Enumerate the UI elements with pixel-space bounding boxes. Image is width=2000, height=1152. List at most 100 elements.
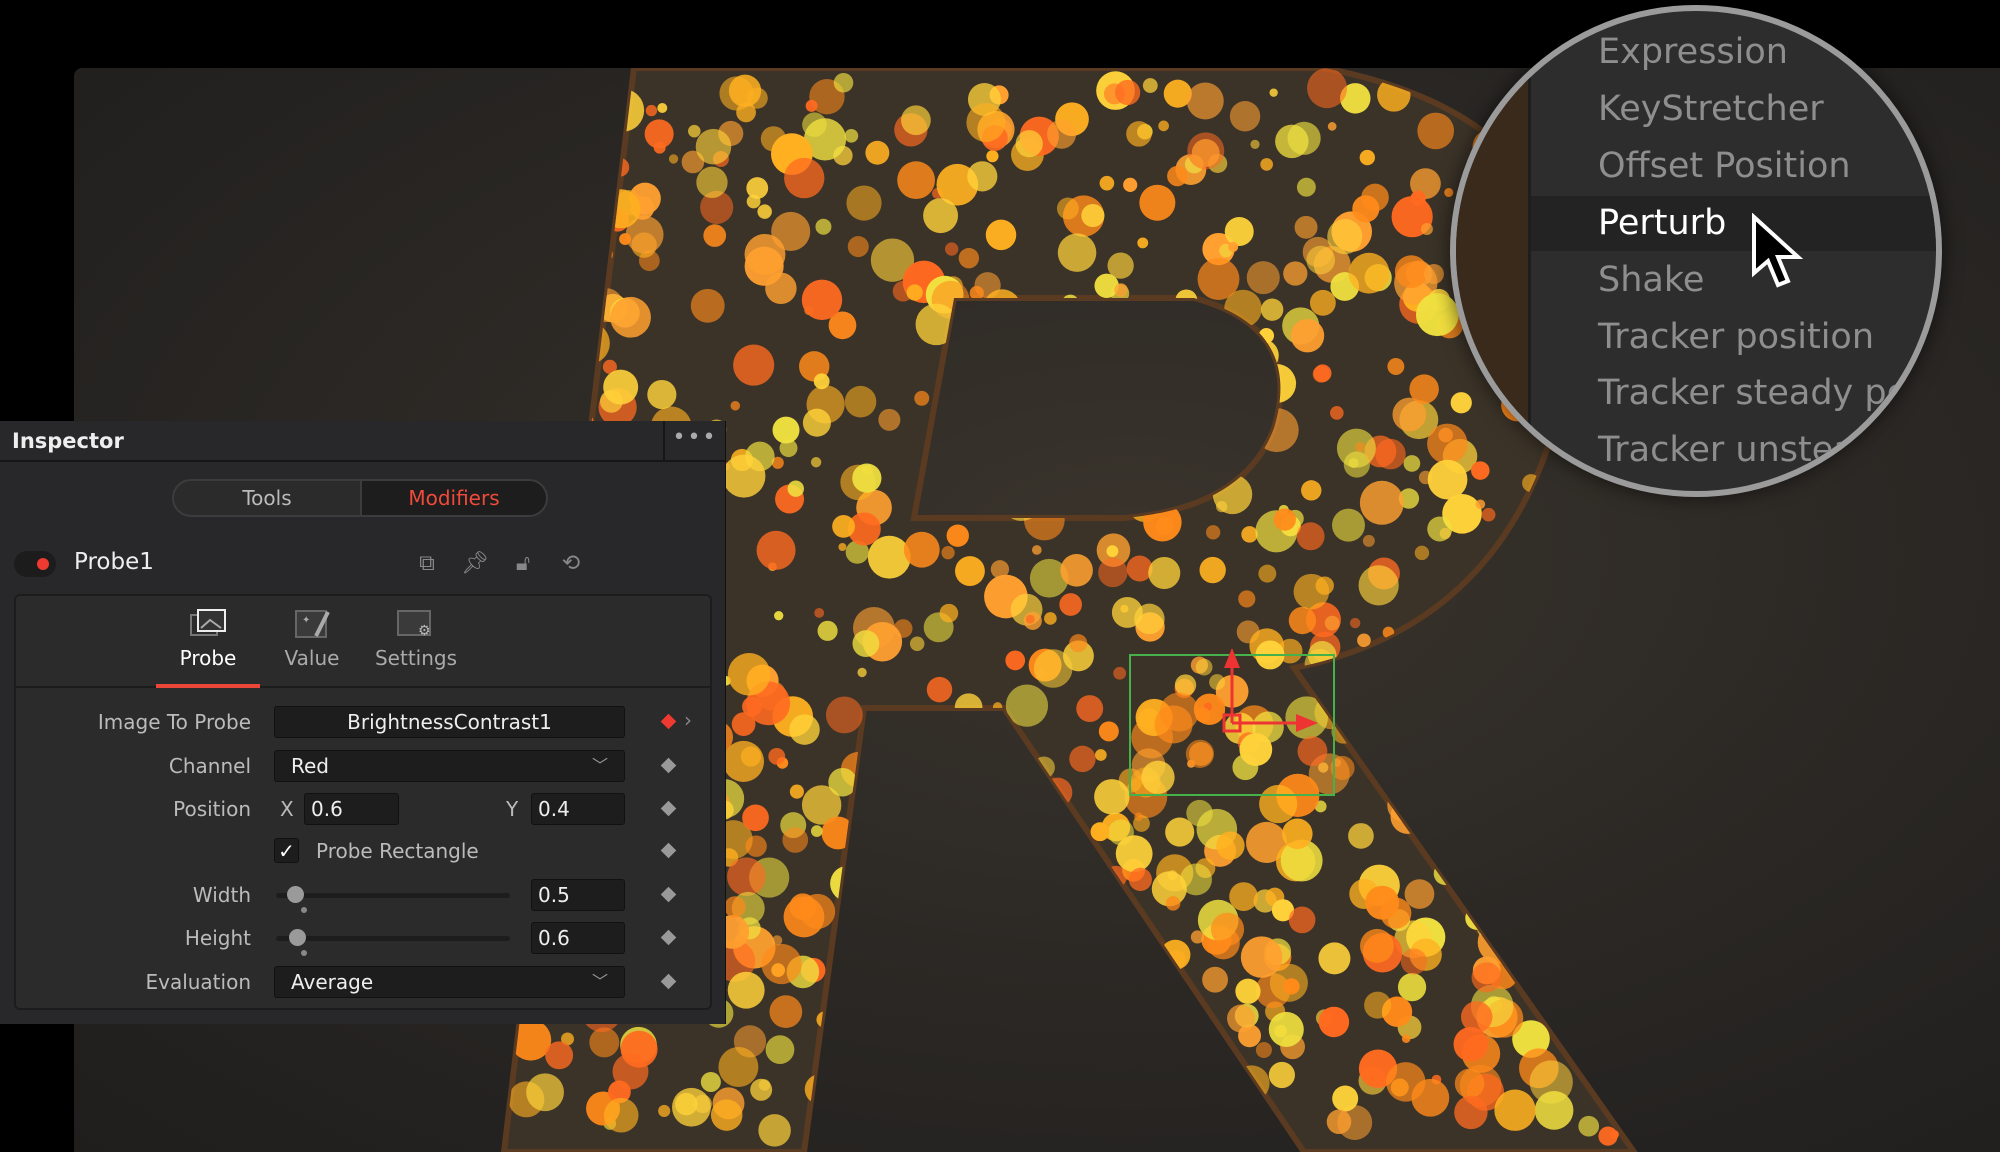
bokeh-particle: [1094, 779, 1130, 815]
keyframe-diamond-icon[interactable]: [660, 757, 677, 774]
pin-icon[interactable]: 📌︎: [460, 549, 490, 579]
bokeh-particle: [1349, 617, 1361, 629]
menu-item-tracker-steady[interactable]: Tracker steady pos: [1598, 373, 1926, 413]
evaluation-dropdown[interactable]: Average ﹀: [274, 966, 625, 998]
bokeh-particle: [1456, 802, 1482, 828]
bokeh-particle: [1350, 706, 1361, 717]
bokeh-particle: [1164, 315, 1180, 331]
bokeh-particle: [696, 166, 728, 199]
bokeh-particle: [1229, 882, 1258, 911]
chevron-right-icon[interactable]: ›: [684, 708, 692, 732]
bokeh-particle: [1005, 1045, 1039, 1079]
keyframe-diamond-icon[interactable]: [660, 886, 677, 903]
menu-item-keystretcher[interactable]: KeyStretcher: [1598, 89, 1824, 129]
channel-dropdown[interactable]: Red ﹀: [274, 750, 625, 782]
bokeh-particle: [881, 965, 916, 1000]
bokeh-particle: [789, 714, 820, 745]
subtab-settings[interactable]: ⚙ Settings: [364, 608, 468, 670]
bokeh-particle: [564, 83, 600, 119]
probe-rectangle-checkbox[interactable]: ✓: [274, 838, 299, 863]
bokeh-particle: [1597, 691, 1619, 712]
bokeh-particle: [1397, 973, 1427, 1002]
menu-item-offset-position[interactable]: Offset Position: [1598, 146, 1851, 186]
bokeh-particle: [1461, 669, 1489, 697]
height-input[interactable]: 0.6: [531, 922, 625, 954]
image-to-probe-field[interactable]: BrightnessContrast1: [274, 706, 625, 738]
menu-item-perturb[interactable]: Perturb: [1598, 203, 1726, 243]
x-axis-arrow-icon: [1296, 714, 1318, 732]
menu-item-expression[interactable]: Expression: [1598, 32, 1788, 72]
menu-item-shake[interactable]: Shake: [1598, 260, 1704, 300]
bokeh-particle: [1149, 301, 1175, 327]
bokeh-particle: [886, 1125, 909, 1149]
bokeh-particle: [658, 1104, 671, 1117]
chevron-down-icon: ﹀: [591, 972, 608, 991]
keyframe-diamond-icon[interactable]: [660, 800, 677, 817]
bokeh-particle: [1283, 261, 1308, 286]
bokeh-particle: [1423, 263, 1444, 285]
svg-text:✦: ✦: [302, 615, 310, 626]
bokeh-particle: [849, 822, 882, 855]
tab-modifiers[interactable]: Modifiers: [362, 481, 546, 515]
menu-item-tracker-unsteady[interactable]: Tracker unstead: [1598, 430, 1877, 470]
reset-icon[interactable]: ⟲: [556, 549, 586, 579]
bokeh-particle: [1205, 525, 1221, 540]
subtab-value[interactable]: ✦ Value: [260, 608, 364, 670]
bokeh-particle: [970, 1043, 991, 1064]
bokeh-particle: [1420, 222, 1433, 235]
bokeh-particle: [727, 653, 771, 696]
position-y-input[interactable]: 0.4: [531, 793, 625, 825]
bokeh-particle: [1415, 293, 1459, 337]
bokeh-particle: [1309, 289, 1336, 316]
keyframe-diamond-icon[interactable]: [660, 973, 677, 990]
width-label: Width: [192, 883, 251, 907]
bokeh-particle: [1158, 120, 1169, 132]
bokeh-particle: [1315, 576, 1334, 595]
settings-gear-icon: ⚙: [397, 610, 431, 639]
keyframe-diamond-icon[interactable]: [660, 929, 677, 946]
bokeh-particle: [968, 835, 982, 849]
bokeh-particle: [1614, 1087, 1633, 1105]
lock-icon[interactable]: 🔓︎: [508, 549, 538, 579]
more-dots-icon[interactable]: •••: [663, 421, 725, 460]
subtab-probe[interactable]: Probe: [156, 608, 260, 688]
node-header: Probe1 ⧉ 📌︎ 🔓︎ ⟲: [14, 547, 714, 581]
bokeh-particle: [852, 630, 880, 658]
bokeh-particle: [958, 247, 980, 269]
bokeh-particle: [1387, 700, 1404, 717]
evaluation-label: Evaluation: [145, 970, 251, 994]
keyframe-diamond-icon[interactable]: [660, 842, 677, 859]
bokeh-particle: [897, 161, 935, 200]
width-input[interactable]: 0.5: [531, 879, 625, 911]
keyframe-diamond-icon[interactable]: [660, 713, 677, 730]
bokeh-particle: [953, 381, 969, 397]
height-slider-handle[interactable]: [289, 929, 306, 946]
bokeh-particle: [1148, 556, 1181, 590]
bokeh-particle: [1273, 508, 1296, 531]
image-icon: [190, 609, 226, 636]
bokeh-particle: [930, 1016, 969, 1055]
bokeh-particle: [765, 1035, 795, 1065]
bokeh-particle: [1294, 215, 1318, 239]
width-slider-handle[interactable]: [287, 886, 304, 903]
bokeh-particle: [653, 141, 666, 154]
width-slider[interactable]: [276, 893, 510, 898]
bokeh-particle: [847, 236, 869, 258]
bokeh-particle: [1454, 1068, 1485, 1099]
bokeh-particle: [990, 560, 1010, 579]
position-gizmo[interactable]: [1200, 640, 1330, 750]
bokeh-particle: [1348, 823, 1374, 849]
bokeh-particle: [1579, 961, 1602, 984]
version-icon[interactable]: ⧉: [412, 549, 442, 579]
bokeh-particle: [944, 242, 959, 256]
menu-item-tracker-position[interactable]: Tracker position: [1598, 317, 1874, 357]
node-enable-toggle[interactable]: [14, 551, 56, 577]
bokeh-particle: [1461, 584, 1483, 607]
bokeh-particle: [1110, 369, 1136, 394]
height-slider[interactable]: [276, 936, 510, 941]
bokeh-particle: [1033, 906, 1058, 931]
position-x-input[interactable]: 0.6: [304, 793, 399, 825]
tab-tools[interactable]: Tools: [174, 481, 362, 515]
bokeh-particle: [1074, 311, 1087, 325]
bokeh-particle: [1327, 218, 1363, 255]
